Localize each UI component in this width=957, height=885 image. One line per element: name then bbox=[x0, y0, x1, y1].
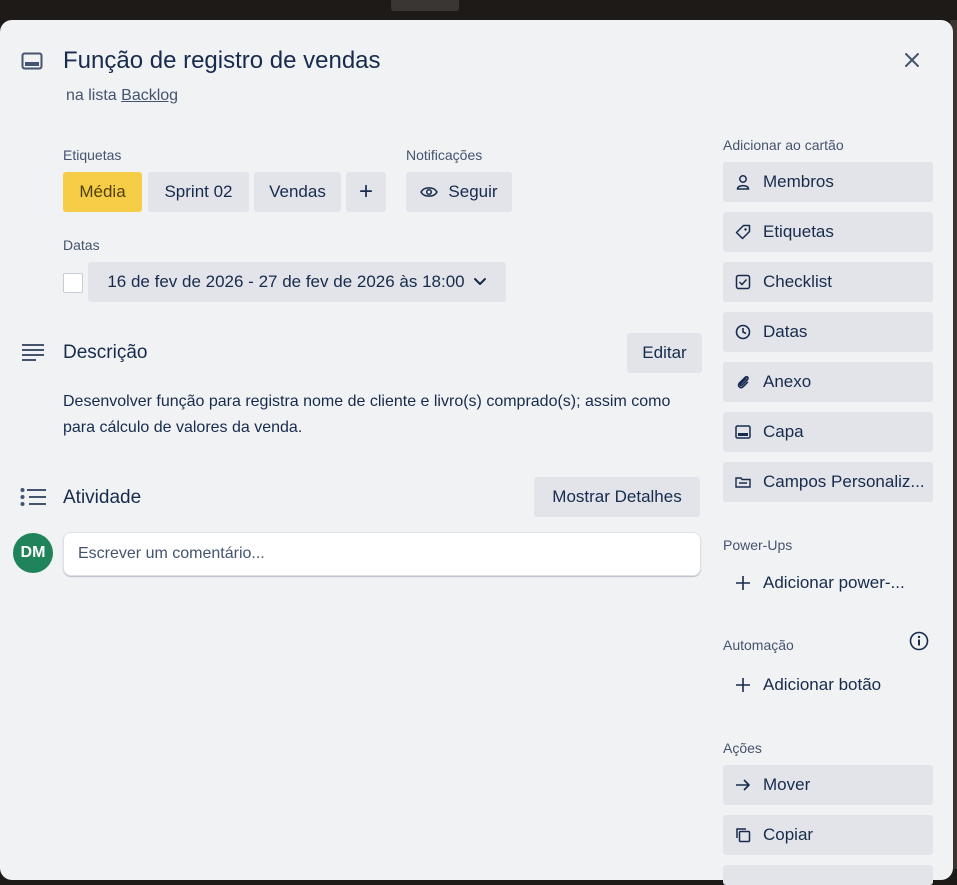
custom-fields-label: Campos Personaliz... bbox=[763, 472, 925, 491]
plus-icon bbox=[734, 574, 752, 592]
actions-heading: Ações bbox=[723, 740, 762, 756]
label-chip-vendas[interactable]: Vendas bbox=[254, 172, 341, 212]
close-button[interactable] bbox=[896, 44, 928, 76]
members-label: Membros bbox=[763, 172, 834, 191]
add-to-card-heading: Adicionar ao cartão bbox=[723, 137, 844, 153]
labels-button[interactable]: Etiquetas bbox=[723, 212, 933, 252]
dates-side-button[interactable]: Datas bbox=[723, 312, 933, 352]
custom-fields-button[interactable]: Campos Personaliz... bbox=[723, 462, 933, 502]
add-button-label: Adicionar botão bbox=[763, 675, 882, 694]
arrow-right-icon bbox=[734, 776, 752, 794]
info-icon[interactable] bbox=[909, 631, 929, 651]
due-date-checkbox[interactable] bbox=[63, 273, 83, 293]
dates-heading: Datas bbox=[63, 237, 100, 253]
description-text[interactable]: Desenvolver função para registra nome de… bbox=[63, 389, 693, 441]
label-chip-media[interactable]: Média bbox=[63, 172, 142, 212]
add-label-button[interactable]: + bbox=[346, 172, 386, 212]
next-action-button[interactable] bbox=[723, 865, 933, 885]
move-label: Mover bbox=[763, 775, 811, 794]
card-detail-modal: Função de registro de vendas na lista Ba… bbox=[0, 20, 953, 885]
follow-button[interactable]: Seguir bbox=[406, 172, 512, 212]
chevron-down-icon bbox=[473, 278, 486, 285]
list-prefix: na lista bbox=[66, 87, 117, 104]
attachment-label: Anexo bbox=[763, 372, 812, 391]
card-title[interactable]: Função de registro de vendas bbox=[63, 47, 381, 75]
list-link[interactable]: Backlog bbox=[121, 87, 178, 104]
cover-icon bbox=[734, 423, 752, 441]
description-icon bbox=[22, 343, 44, 366]
plus-icon bbox=[734, 676, 752, 694]
cover-label: Capa bbox=[763, 422, 804, 441]
edit-description-button[interactable]: Editar bbox=[627, 333, 702, 373]
add-powerup-label: Adicionar power-... bbox=[763, 573, 905, 592]
automation-heading: Automação bbox=[723, 637, 794, 653]
show-details-button[interactable]: Mostrar Detalhes bbox=[534, 477, 700, 517]
paperclip-icon bbox=[734, 373, 752, 391]
cover-button[interactable]: Capa bbox=[723, 412, 933, 452]
move-button[interactable]: Mover bbox=[723, 765, 933, 805]
labels-label: Etiquetas bbox=[763, 222, 834, 241]
eye-icon bbox=[420, 187, 439, 197]
copy-icon bbox=[734, 826, 752, 844]
card-list-info: na lista Backlog bbox=[66, 87, 178, 105]
dates-button[interactable]: 16 de fev de 2026 - 27 de fev de 2026 às… bbox=[88, 262, 506, 302]
checklist-button[interactable]: Checklist bbox=[723, 262, 933, 302]
avatar[interactable]: DM bbox=[13, 533, 53, 573]
checklist-label: Checklist bbox=[763, 272, 832, 291]
label-chip-sprint[interactable]: Sprint 02 bbox=[148, 172, 249, 212]
notifications-heading: Notificações bbox=[406, 147, 483, 163]
clock-icon bbox=[734, 323, 752, 341]
copy-label: Copiar bbox=[763, 825, 814, 844]
activity-heading: Atividade bbox=[63, 487, 142, 508]
background-topbar bbox=[391, 0, 459, 11]
card-icon bbox=[21, 52, 43, 70]
dates-range: 16 de fev de 2026 - 27 de fev de 2026 às… bbox=[107, 272, 465, 291]
members-button[interactable]: Membros bbox=[723, 162, 933, 202]
dates-side-label: Datas bbox=[763, 322, 808, 341]
person-icon bbox=[734, 173, 752, 191]
follow-label: Seguir bbox=[448, 182, 498, 201]
powerups-heading: Power-Ups bbox=[723, 537, 793, 553]
attachment-button[interactable]: Anexo bbox=[723, 362, 933, 402]
checkbox-icon bbox=[734, 273, 752, 291]
description-heading: Descrição bbox=[63, 342, 148, 363]
comment-input[interactable]: Escrever um comentário... bbox=[63, 532, 701, 576]
add-powerup-button[interactable]: Adicionar power-... bbox=[723, 563, 933, 603]
add-button-button[interactable]: Adicionar botão bbox=[723, 665, 933, 705]
custom-fields-icon bbox=[734, 473, 752, 491]
copy-button[interactable]: Copiar bbox=[723, 815, 933, 855]
tag-icon bbox=[734, 223, 752, 241]
labels-heading: Etiquetas bbox=[63, 147, 122, 163]
close-icon bbox=[905, 53, 919, 67]
activity-icon bbox=[20, 487, 46, 512]
